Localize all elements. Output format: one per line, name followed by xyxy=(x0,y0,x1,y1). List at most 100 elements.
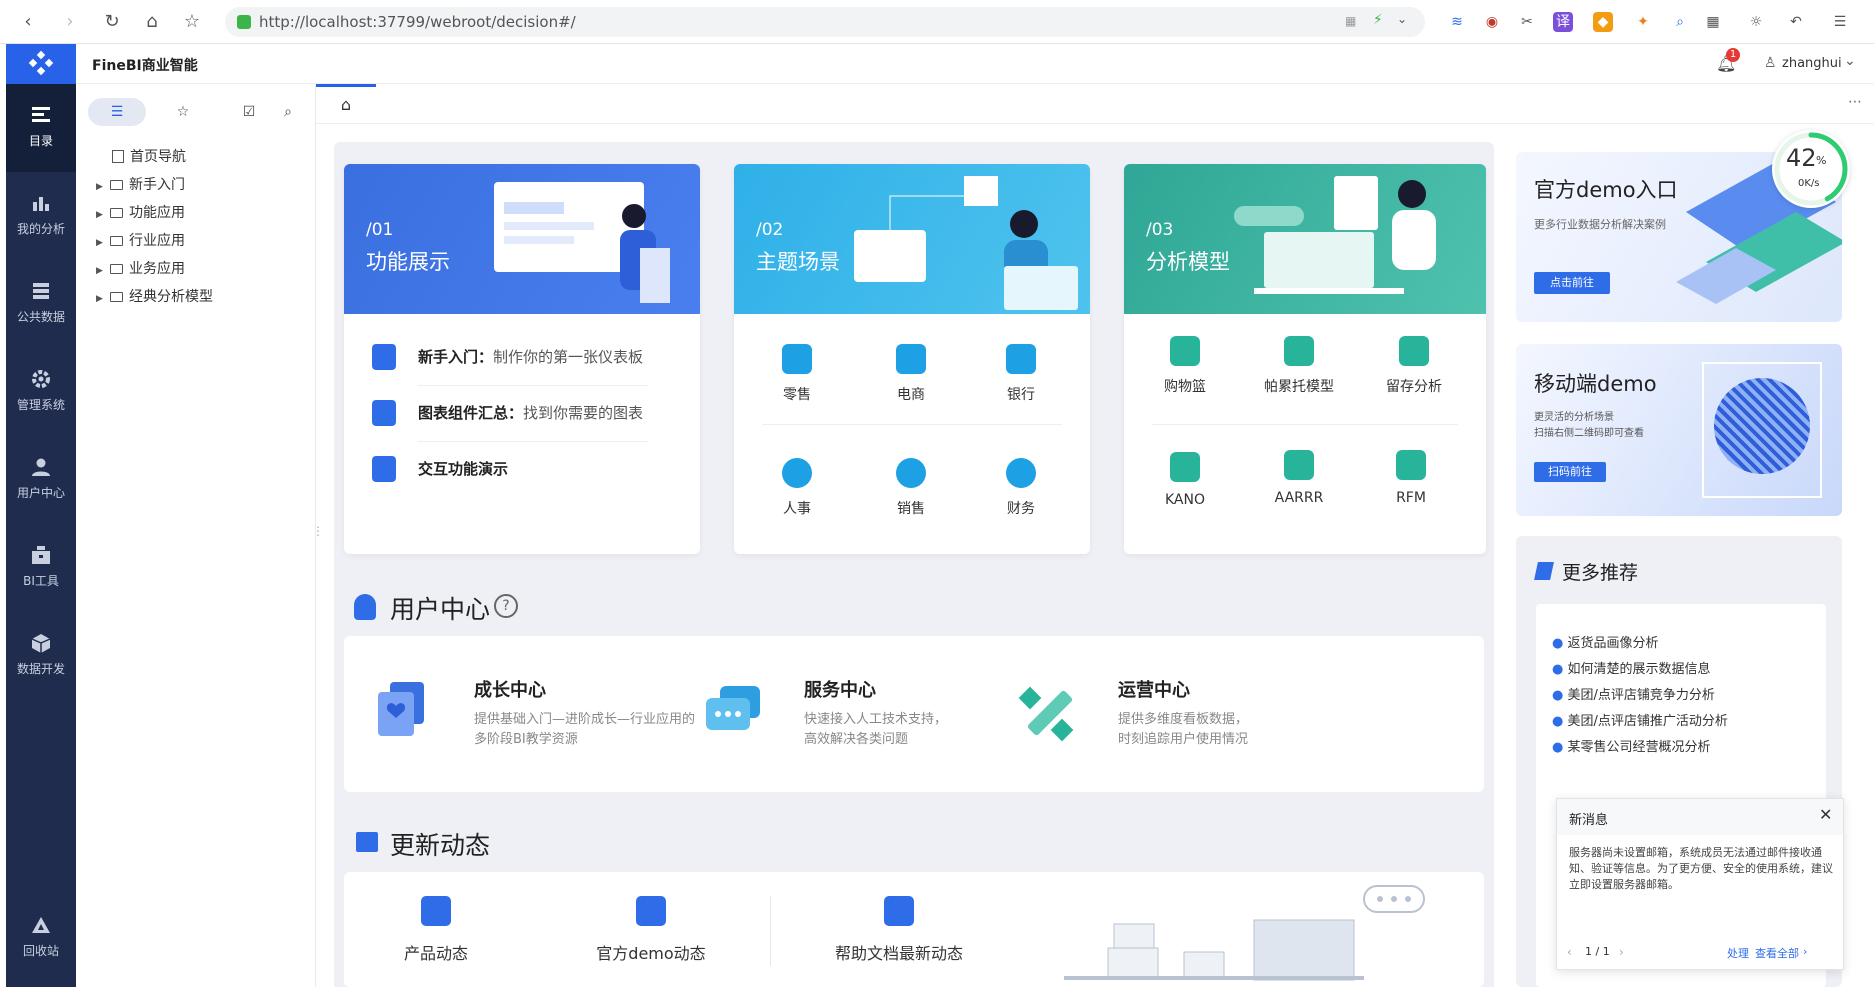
extension-icon[interactable]: ◉ xyxy=(1482,12,1502,32)
rail-item-bi-tools[interactable]: BI工具 xyxy=(6,524,76,612)
bookmark-star-icon[interactable]: ☆ xyxy=(180,10,204,34)
caret-right-icon[interactable]: ▶ xyxy=(96,232,110,254)
update-product-news[interactable]: 产品动态 xyxy=(366,896,506,964)
layers-icon xyxy=(1284,450,1314,480)
recommend-item[interactable]: ● 某零售公司经营概况分析 xyxy=(1552,736,1711,755)
chevron-down-icon[interactable]: ⌄ xyxy=(1397,12,1407,26)
recommend-item[interactable]: ● 返货品画像分析 xyxy=(1552,632,1659,651)
uc-title: 成长中心 xyxy=(474,680,546,701)
recommend-item[interactable]: ● 美团/点评店铺推广活动分析 xyxy=(1552,710,1728,729)
model-rfm[interactable]: RFM xyxy=(1376,450,1446,506)
grid-icon[interactable]: ▦ xyxy=(1703,12,1723,32)
forward-icon[interactable]: › xyxy=(58,10,82,34)
tab-favorites[interactable]: ☆ xyxy=(154,98,212,126)
qr-icon[interactable]: ▦ xyxy=(1345,14,1356,28)
undo-icon[interactable]: ↶ xyxy=(1786,12,1806,32)
rail-item-my-analysis[interactable]: 我的分析 xyxy=(6,172,76,260)
caret-right-icon[interactable]: ▶ xyxy=(96,204,110,226)
tree-item-features[interactable]: ▶ 功能应用 xyxy=(96,202,185,224)
tree-item-classic-models[interactable]: ▶ 经典分析模型 xyxy=(96,286,213,308)
rail-item-catalog[interactable]: 目录 xyxy=(6,84,76,172)
hero-link-interaction[interactable]: 交互功能演示 xyxy=(372,446,672,492)
tab-list[interactable]: ☰ xyxy=(88,98,146,126)
caret-right-icon[interactable]: ▶ xyxy=(96,176,110,198)
hero-link-beginner[interactable]: 新手入门：制作你的第一张仪表板 xyxy=(372,334,672,380)
model-basket[interactable]: 购物篮 xyxy=(1150,336,1220,396)
home-icon[interactable]: ⌂ xyxy=(140,10,164,34)
demo-go-button[interactable]: 点击前往 xyxy=(1534,272,1610,294)
recommend-item[interactable]: ● 美团/点评店铺竞争力分析 xyxy=(1552,684,1715,703)
extension-icon[interactable]: ≋ xyxy=(1447,12,1467,32)
model-label: RFM xyxy=(1396,490,1426,506)
search-icon[interactable]: ⌕ xyxy=(1670,12,1690,32)
rail-item-data-dev[interactable]: 数据开发 xyxy=(6,612,76,700)
user-center-card: 成长中心 提供基础入门—进阶成长—行业应用的 多阶段BI教学资源 服务中心 快速接… xyxy=(344,636,1484,792)
scenario-finance[interactable]: 财务 xyxy=(986,458,1056,518)
hero-card-scenarios[interactable]: /02 主题场景 零售 电商 银行 人事 销售 财务 xyxy=(734,164,1090,554)
help-icon[interactable]: ? xyxy=(494,594,518,618)
scenario-hr[interactable]: 人事 xyxy=(762,458,832,518)
brightness-icon[interactable]: ☼ xyxy=(1746,12,1766,32)
model-label: 留存分析 xyxy=(1386,379,1442,395)
uc-growth-center[interactable]: 成长中心 提供基础入门—进阶成长—行业应用的 多阶段BI教学资源 xyxy=(374,676,754,786)
hero-card-models[interactable]: /03 分析模型 购物篮 帕累托模型 留存分析 KANO AARRR RFM xyxy=(1124,164,1486,554)
tab-search[interactable]: ⌕ xyxy=(268,98,308,126)
extension-icon[interactable]: ◆ xyxy=(1593,12,1613,32)
close-icon[interactable]: ✕ xyxy=(1819,805,1832,824)
hero-card-features[interactable]: /01 功能展示 新手入门：制作你的第一张仪表板 图表组件汇总：找到你需要的图表… xyxy=(344,164,700,554)
recommend-item[interactable]: ● 如何清楚的展示数据信息 xyxy=(1552,658,1711,677)
gear-icon xyxy=(32,370,50,388)
lightning-icon[interactable]: ⚡ xyxy=(1373,12,1383,28)
divider xyxy=(1152,424,1458,425)
update-demo-news[interactable]: 官方demo动态 xyxy=(576,896,726,964)
mobile-demo-card[interactable]: 移动端demo 更灵活的分析场景 扫描右侧二维码即可查看 扫码前往 xyxy=(1516,344,1842,516)
notice-view-all-link[interactable]: 查看全部 xyxy=(1755,945,1799,961)
tree-item-home-nav[interactable]: 首页导航 xyxy=(112,146,186,168)
rail-item-management[interactable]: 管理系统 xyxy=(6,348,76,436)
rail-item-public-data[interactable]: 公共数据 xyxy=(6,260,76,348)
address-bar[interactable]: http://localhost:37799/webroot/decision#… xyxy=(225,7,1425,37)
back-icon[interactable]: ‹ xyxy=(16,10,40,34)
scenario-retail[interactable]: 零售 xyxy=(762,344,832,404)
fox-icon[interactable]: ✦ xyxy=(1633,12,1653,32)
fine-logo[interactable] xyxy=(6,44,76,84)
notice-handle-link[interactable]: 处理 xyxy=(1727,945,1749,961)
qr-code[interactable] xyxy=(1714,378,1810,474)
next-icon[interactable]: › xyxy=(1619,945,1624,959)
reload-icon[interactable]: ↻ xyxy=(100,10,124,34)
scenario-ecommerce[interactable]: 电商 xyxy=(876,344,946,404)
uc-operations-center[interactable]: 运营中心 提供多维度看板数据， 时刻追踪用户使用情况 xyxy=(1018,676,1398,786)
speed-gauge[interactable]: 42 % 0K/s xyxy=(1772,130,1850,208)
username[interactable]: zhanghui xyxy=(1782,56,1842,71)
scenario-sales[interactable]: 销售 xyxy=(876,458,946,518)
translate-icon[interactable]: 译 xyxy=(1553,12,1573,32)
menu-icon[interactable]: ☰ xyxy=(1830,12,1850,32)
tree-item-industry[interactable]: ▶ 行业应用 xyxy=(96,230,185,252)
url-text[interactable]: http://localhost:37799/webroot/decision#… xyxy=(259,13,576,31)
chevron-right-icon[interactable]: › xyxy=(1803,945,1807,958)
caret-right-icon[interactable]: ▶ xyxy=(96,288,110,310)
resize-handle[interactable]: ⋮ xyxy=(312,524,324,538)
rail-item-recycle-bin[interactable]: 回收站 xyxy=(6,894,76,982)
recommend-label: 如何清楚的展示数据信息 xyxy=(1567,662,1711,677)
prev-icon[interactable]: ‹ xyxy=(1567,945,1572,959)
rail-item-user-center[interactable]: 用户中心 xyxy=(6,436,76,524)
mobile-desc-1: 更灵活的分析场景 xyxy=(1534,412,1614,423)
chevron-down-icon[interactable]: ⌄ xyxy=(1844,53,1856,69)
update-help-docs[interactable]: 帮助文档最新动态 xyxy=(804,896,994,964)
scan-go-button[interactable]: 扫码前往 xyxy=(1534,462,1606,482)
scissors-icon[interactable]: ✂ xyxy=(1517,12,1537,32)
model-retention[interactable]: 留存分析 xyxy=(1374,336,1454,396)
directory-tabs: ☰ ☆ ☑ ⌕ xyxy=(88,98,308,126)
hero-link-charts[interactable]: 图表组件汇总：找到你需要的图表 xyxy=(372,390,672,436)
scenario-bank[interactable]: 银行 xyxy=(986,344,1056,404)
model-pareto[interactable]: 帕累托模型 xyxy=(1254,336,1344,396)
tree-item-business[interactable]: ▶ 业务应用 xyxy=(96,258,185,280)
gauge-unit: % xyxy=(1816,154,1827,167)
model-aarrr[interactable]: AARRR xyxy=(1264,450,1334,506)
caret-right-icon[interactable]: ▶ xyxy=(96,260,110,282)
tab-home[interactable]: ⌂ xyxy=(316,84,376,124)
more-icon[interactable]: ⋯ xyxy=(1848,94,1862,110)
tree-item-beginner[interactable]: ▶ 新手入门 xyxy=(96,174,185,196)
model-kano[interactable]: KANO xyxy=(1150,452,1220,508)
